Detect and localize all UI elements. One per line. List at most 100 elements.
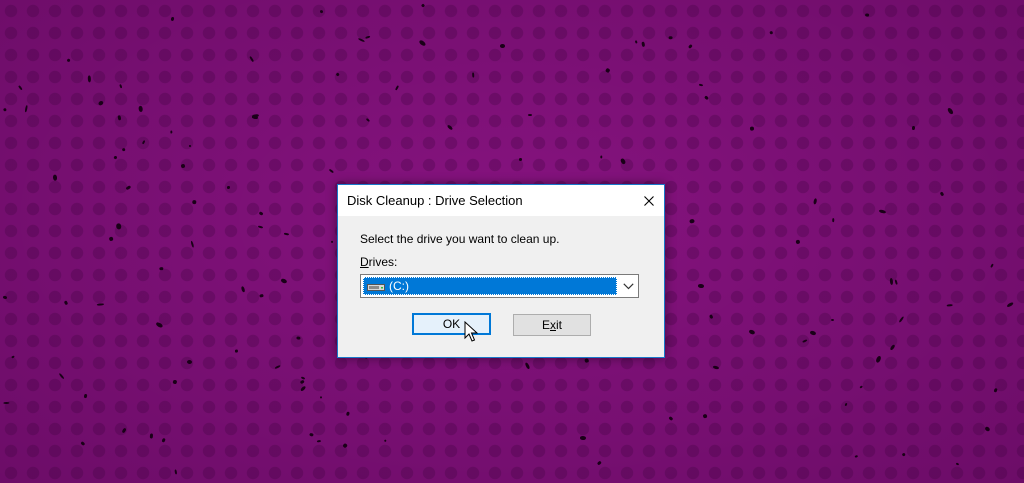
paint-speck bbox=[83, 393, 88, 399]
paint-speck bbox=[1006, 301, 1014, 308]
paint-speck bbox=[257, 225, 264, 229]
ok-button[interactable]: OK bbox=[412, 313, 491, 335]
paint-speck bbox=[668, 36, 673, 40]
paint-speck bbox=[689, 218, 695, 224]
paint-speck bbox=[994, 388, 998, 393]
paint-speck bbox=[280, 277, 288, 284]
paint-speck bbox=[249, 56, 254, 62]
paint-speck bbox=[641, 41, 646, 47]
title-bar[interactable]: Disk Cleanup : Drive Selection bbox=[338, 185, 664, 216]
paint-speck bbox=[2, 107, 7, 112]
hard-drive-icon bbox=[367, 284, 385, 291]
paint-speck bbox=[142, 139, 146, 145]
paint-speck bbox=[121, 147, 126, 152]
paint-speck bbox=[859, 385, 863, 389]
paint-speck bbox=[584, 358, 590, 363]
paint-speck bbox=[697, 283, 705, 289]
paint-speck bbox=[955, 462, 960, 466]
paint-speck bbox=[365, 117, 371, 122]
exit-label-start: E bbox=[541, 318, 550, 332]
paint-speck bbox=[274, 364, 281, 370]
paint-speck bbox=[319, 395, 323, 399]
drives-dropdown[interactable]: (C:) bbox=[360, 274, 639, 298]
paint-speck bbox=[87, 75, 92, 82]
paint-speck bbox=[395, 85, 400, 91]
paint-speck bbox=[605, 67, 611, 73]
paint-speck bbox=[418, 39, 427, 47]
paint-speck bbox=[901, 452, 906, 457]
paint-speck bbox=[940, 191, 945, 197]
paint-speck bbox=[698, 83, 703, 87]
paint-speck bbox=[80, 441, 86, 446]
paint-speck bbox=[159, 267, 164, 271]
paint-speck bbox=[25, 105, 28, 113]
paint-speck bbox=[18, 85, 23, 91]
paint-speck bbox=[875, 355, 882, 364]
paint-speck bbox=[946, 303, 953, 307]
paint-speck bbox=[180, 163, 186, 169]
paint-speck bbox=[831, 319, 834, 321]
dialog-title: Disk Cleanup : Drive Selection bbox=[347, 193, 523, 208]
paint-speck bbox=[113, 155, 118, 159]
paint-speck bbox=[984, 425, 991, 432]
paint-speck bbox=[316, 439, 322, 443]
paint-speck bbox=[258, 211, 264, 217]
exit-button[interactable]: Exit bbox=[513, 314, 591, 336]
paint-speck bbox=[108, 236, 114, 242]
paint-speck bbox=[769, 30, 774, 35]
paint-speck bbox=[749, 126, 755, 131]
mouse-pointer-icon bbox=[464, 321, 478, 342]
paint-speck bbox=[2, 295, 8, 300]
paint-speck bbox=[345, 411, 350, 416]
paint-speck bbox=[795, 239, 801, 245]
paint-speck bbox=[844, 402, 848, 407]
paint-speck bbox=[240, 285, 246, 293]
paint-speck bbox=[174, 469, 178, 476]
paint-speck bbox=[894, 279, 898, 285]
paint-speck bbox=[97, 99, 105, 107]
paint-speck bbox=[813, 198, 818, 205]
paint-speck bbox=[299, 385, 307, 392]
paint-speck bbox=[259, 293, 264, 298]
paint-speck bbox=[878, 209, 886, 214]
drives-label-text: rives: bbox=[368, 255, 398, 269]
paint-speck bbox=[170, 130, 173, 134]
paint-speck bbox=[188, 144, 192, 147]
paint-speck bbox=[635, 40, 638, 44]
paint-speck bbox=[748, 329, 756, 335]
exit-label-end: it bbox=[556, 318, 562, 332]
paint-speck bbox=[709, 314, 714, 320]
paint-speck bbox=[300, 379, 305, 384]
paint-speck bbox=[96, 303, 104, 306]
dropdown-arrow-button[interactable] bbox=[618, 275, 638, 297]
paint-speck bbox=[421, 3, 426, 8]
paint-speck bbox=[383, 439, 387, 443]
paint-speck bbox=[11, 355, 15, 359]
paint-speck bbox=[58, 372, 65, 380]
paint-speck bbox=[63, 300, 68, 305]
paint-speck bbox=[329, 168, 334, 173]
paint-speck bbox=[364, 35, 371, 40]
paint-speck bbox=[191, 199, 197, 205]
paint-speck bbox=[865, 13, 870, 17]
paint-speck bbox=[990, 263, 994, 269]
paint-speck bbox=[600, 155, 603, 159]
paint-speck bbox=[283, 232, 289, 236]
paint-speck bbox=[579, 435, 587, 440]
paint-speck bbox=[500, 44, 505, 48]
paint-speck bbox=[53, 174, 58, 182]
paint-speck bbox=[66, 58, 71, 63]
paint-speck bbox=[235, 349, 239, 353]
paint-speck bbox=[357, 37, 365, 43]
close-button[interactable] bbox=[634, 185, 664, 216]
selected-drive-item[interactable]: (C:) bbox=[363, 277, 617, 295]
paint-speck bbox=[119, 83, 123, 88]
chevron-down-icon bbox=[622, 282, 634, 289]
drives-label: Drives: bbox=[360, 255, 397, 269]
paint-speck bbox=[528, 114, 532, 116]
paint-speck bbox=[162, 438, 166, 443]
paint-speck bbox=[186, 359, 193, 365]
paint-speck bbox=[890, 344, 896, 351]
paint-speck bbox=[524, 361, 531, 370]
paint-speck bbox=[854, 455, 859, 459]
